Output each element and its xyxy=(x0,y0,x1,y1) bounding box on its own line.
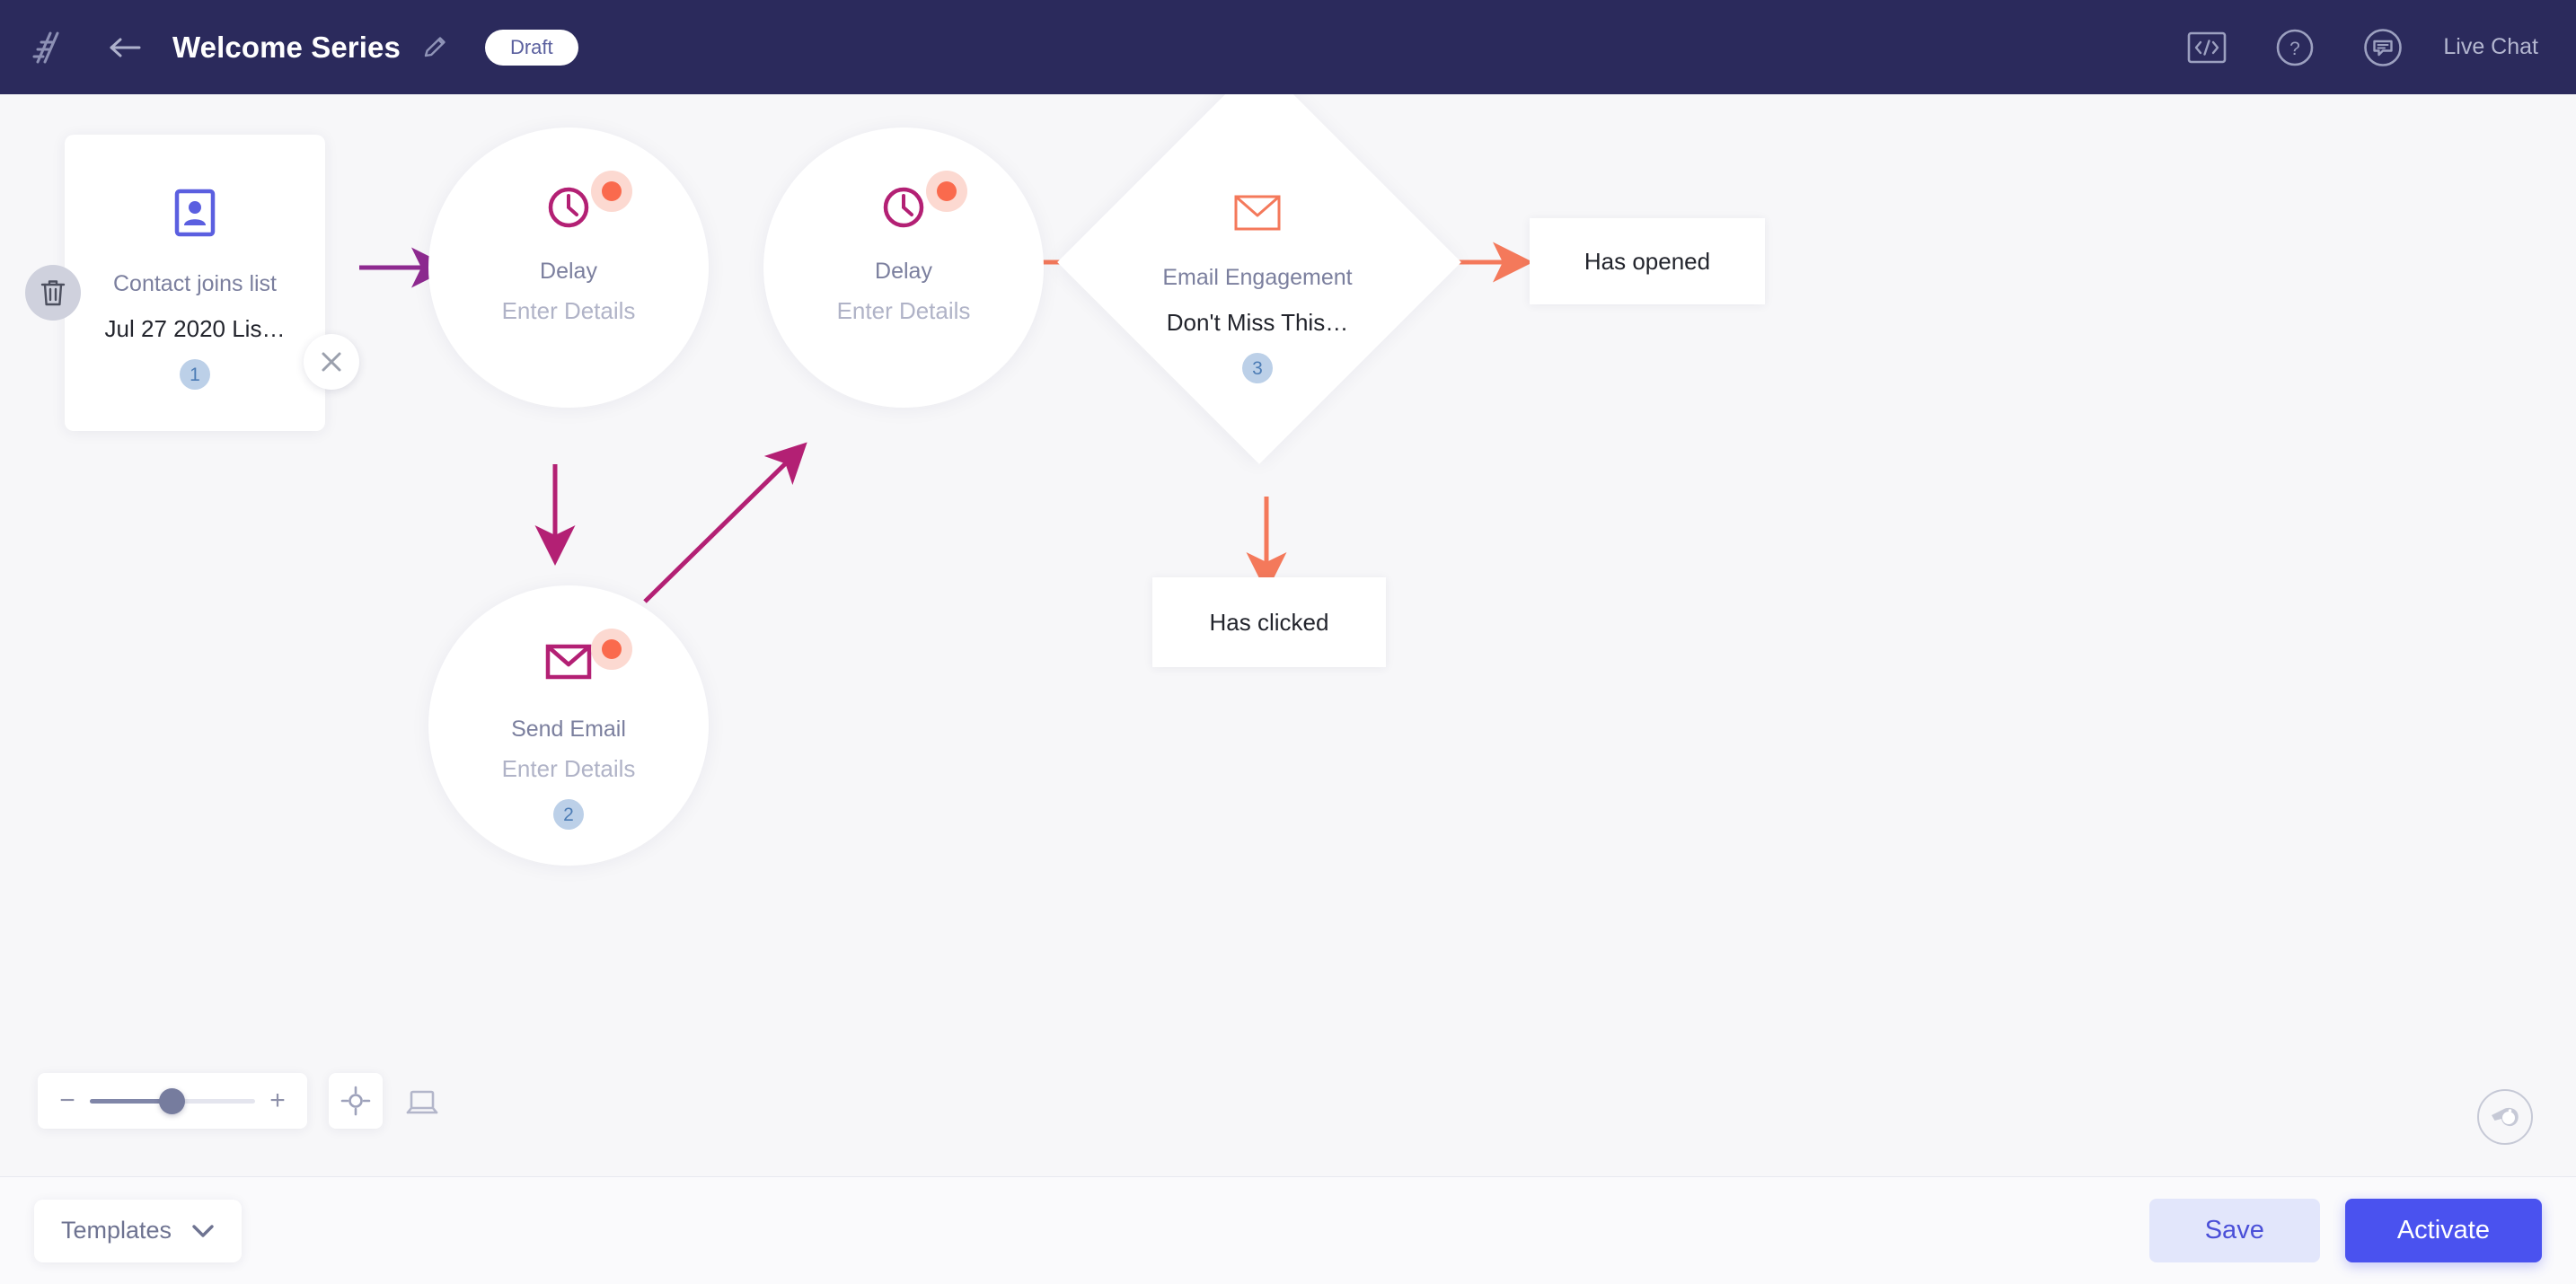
header-right-group: ? Live Chat xyxy=(2179,0,2576,94)
node-contact-joins-list[interactable]: Contact joins list Jul 27 2020 Lis… 1 xyxy=(65,135,325,431)
node-icon-row xyxy=(879,171,967,232)
page-title: Welcome Series xyxy=(172,30,401,64)
zoom-slider-thumb[interactable] xyxy=(159,1087,186,1114)
templates-dropdown-button[interactable]: Templates xyxy=(34,1199,243,1262)
node-delay-1[interactable]: Delay Enter Details xyxy=(428,128,709,408)
node-title: Send Email xyxy=(511,717,626,742)
node-send-email[interactable]: Send Email Enter Details 2 xyxy=(428,585,709,866)
live-chat-label[interactable]: Live Chat xyxy=(2443,34,2538,60)
laptop-icon[interactable] xyxy=(395,1077,449,1128)
app-header: Welcome Series Draft ? Live Chat xyxy=(0,0,2576,94)
node-title: Delay xyxy=(540,259,597,284)
crosshair-target-icon[interactable] xyxy=(329,1073,383,1129)
node-email-engagement[interactable] xyxy=(1057,94,1461,464)
envelope-icon xyxy=(544,641,593,690)
step-badge: 1 xyxy=(180,359,210,390)
templates-label: Templates xyxy=(61,1217,172,1244)
node-delay-2[interactable]: Delay Enter Details xyxy=(763,128,1044,408)
chevron-down-icon xyxy=(191,1224,215,1238)
zoom-slider-control[interactable]: − + xyxy=(38,1073,307,1129)
node-subtitle: Enter Details xyxy=(836,297,971,324)
step-badge: 2 xyxy=(553,799,584,830)
outcome-has-clicked[interactable]: Has clicked xyxy=(1152,577,1386,667)
chat-bubble-circle-icon[interactable] xyxy=(2355,20,2411,75)
header-left-group: Welcome Series Draft xyxy=(0,0,578,94)
zoom-slider-fill xyxy=(90,1098,166,1104)
pencil-edit-icon[interactable] xyxy=(419,31,453,65)
zoom-slider-track[interactable] xyxy=(90,1087,255,1114)
svg-text:?: ? xyxy=(2290,39,2301,59)
node-title: Contact joins list xyxy=(112,271,278,296)
status-badge: Draft xyxy=(484,29,578,66)
slashes-logo-icon[interactable] xyxy=(20,0,74,94)
contact-card-icon xyxy=(169,187,221,239)
back-arrow-icon[interactable] xyxy=(99,22,151,74)
alert-dot-badge xyxy=(926,171,967,212)
close-x-icon[interactable] xyxy=(304,334,359,390)
clock-icon xyxy=(879,183,928,232)
node-subtitle: Jul 27 2020 Lis… xyxy=(104,315,286,342)
question-circle-icon[interactable]: ? xyxy=(2267,20,2323,75)
zoom-in-button[interactable]: + xyxy=(268,1087,287,1114)
node-icon-row xyxy=(544,629,632,690)
flow-canvas[interactable]: Contact joins list Jul 27 2020 Lis… 1 De… xyxy=(0,94,2576,1176)
node-subtitle: Enter Details xyxy=(501,755,636,782)
node-icon-row xyxy=(544,171,632,232)
automation-builder-app: Welcome Series Draft ? Live Chat Contact… xyxy=(0,0,2576,1284)
alert-dot-badge xyxy=(591,629,632,670)
node-subtitle: Enter Details xyxy=(501,297,636,324)
node-title: Delay xyxy=(875,259,932,284)
whistle-icon[interactable] xyxy=(2477,1089,2533,1145)
activate-button[interactable]: Activate xyxy=(2344,1199,2542,1262)
code-brackets-icon[interactable] xyxy=(2179,20,2235,75)
alert-dot-badge xyxy=(591,171,632,212)
bottom-bar-actions: Save Activate xyxy=(2148,1199,2542,1262)
zoom-out-button[interactable]: − xyxy=(57,1087,77,1114)
bottom-action-bar: Templates Save Activate xyxy=(0,1176,2576,1284)
clock-icon xyxy=(544,183,593,232)
save-button[interactable]: Save xyxy=(2148,1199,2320,1262)
trash-can-icon[interactable] xyxy=(25,265,81,321)
outcome-has-opened[interactable]: Has opened xyxy=(1530,218,1765,304)
